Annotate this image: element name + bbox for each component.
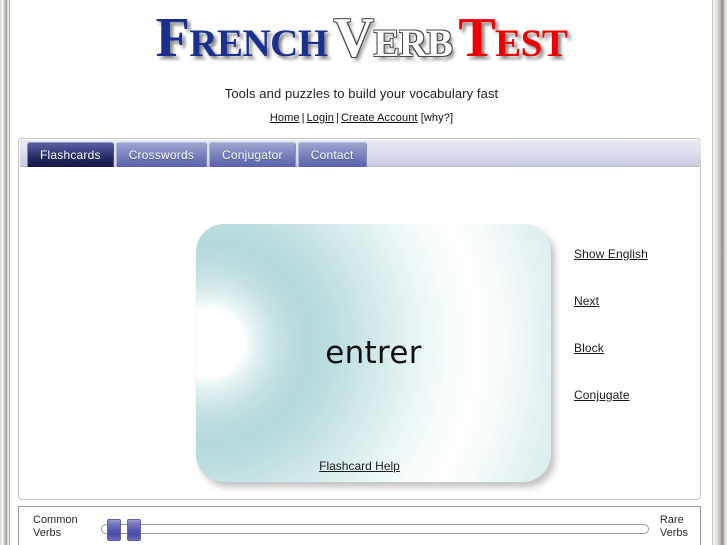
nav-link-why[interactable]: [why?] [421, 112, 453, 124]
frequency-slider-handle-max[interactable] [127, 519, 141, 541]
nav-link-home[interactable]: Home [270, 112, 300, 124]
site-tagline: Tools and puzzles to build your vocabula… [224, 86, 499, 101]
flashcard-help: Flashcard Help [19, 459, 700, 473]
page-content: French Verb Test Tools and puzzles to buil… [11, 0, 712, 545]
top-navigation: Home | Login | Create Account [why?] [11, 112, 712, 124]
banner-word-test: Test [458, 7, 568, 69]
tab-flashcards[interactable]: Flashcards [27, 142, 114, 167]
tab-crosswords[interactable]: Crosswords [115, 142, 208, 167]
tab-contact[interactable]: Contact [297, 142, 367, 167]
slider-label-common-line2: Verbs [33, 527, 62, 539]
tab-bar: Flashcards Crosswords Conjugator Contact [20, 140, 701, 167]
flashcard-actions: Show English Next Block Conjugate [574, 247, 694, 435]
flashcard-area: entrer Show English Next Block Conjugate… [19, 167, 700, 500]
site-banner: French Verb Test [11, 0, 712, 70]
slider-label-rare: Rare Verbs [660, 514, 688, 540]
action-block[interactable]: Block [574, 341, 694, 355]
banner-word-verb: Verb [333, 7, 453, 69]
action-next[interactable]: Next [574, 294, 694, 308]
slider-label-common-line1: Common [33, 514, 78, 526]
tab-conjugator[interactable]: Conjugator [209, 142, 296, 167]
nav-separator-2: | [335, 112, 339, 124]
frequency-slider-handle-min[interactable] [107, 519, 121, 541]
action-conjugate[interactable]: Conjugate [574, 388, 694, 402]
frequency-slider-panel: Common Verbs Rare Verbs [18, 506, 701, 545]
slider-label-rare-line2: Verbs [659, 527, 688, 539]
slider-label-common: Common Verbs [33, 514, 78, 540]
banner-word-french: French [155, 7, 329, 69]
nav-link-create-account[interactable]: Create Account [341, 112, 418, 124]
window-right-frame [712, 0, 727, 545]
action-show-english[interactable]: Show English [574, 247, 694, 261]
flashcard-word: entrer [325, 335, 422, 371]
nav-separator-1: | [301, 112, 305, 124]
slider-label-rare-line1: Rare [659, 514, 684, 526]
tab-list: Flashcards Crosswords Conjugator Contact [27, 142, 367, 167]
flashcard-help-link[interactable]: Flashcard Help [319, 459, 400, 473]
main-panel: Flashcards Crosswords Conjugator Contact… [18, 138, 701, 500]
frequency-slider-track[interactable] [101, 519, 649, 541]
window-left-frame [0, 0, 10, 545]
flashcard[interactable]: entrer [196, 224, 551, 482]
nav-link-login[interactable]: Login [307, 112, 334, 124]
